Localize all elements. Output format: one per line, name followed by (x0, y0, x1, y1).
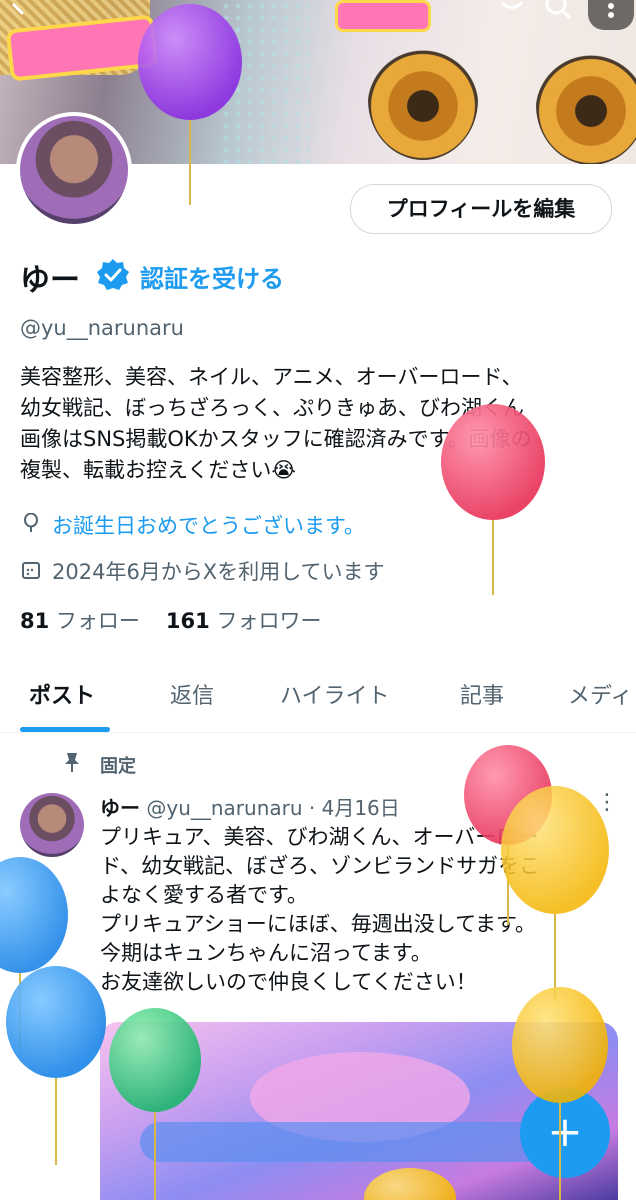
profile-handle: @yu__narunaru (20, 316, 184, 340)
birthday-row[interactable]: お誕生日おめでとうございます。 (20, 510, 365, 540)
joined-row: 2024年6月からXを利用しています (20, 556, 385, 586)
calendar-icon (20, 560, 42, 584)
tab-media[interactable]: メディ (568, 678, 632, 710)
post-text-line: お友達欲しいので仲良くしてください！ (100, 970, 477, 994)
edit-profile-button[interactable]: プロフィールを編集 (350, 184, 612, 234)
verified-badge-icon[interactable] (96, 258, 130, 292)
tab-posts[interactable]: ポスト (29, 678, 95, 710)
profile-tabs: ポスト 返信 ハイライト 記事 メディ (0, 660, 636, 733)
media-ring-shape (140, 1122, 580, 1162)
search-icon[interactable] (536, 0, 584, 30)
compose-post-button[interactable]: + (520, 1088, 610, 1178)
followers-count: 161 (165, 609, 210, 633)
joined-text: 2024年6月からXを利用しています (52, 560, 385, 584)
post-text-line: プリキュアショーにほぼ、毎週出没してます。 (100, 912, 536, 936)
pin-icon (65, 753, 79, 772)
bio-line: 画像はSNS掲載OKかスタッフに確認済みです。画像の (20, 427, 532, 451)
post-header: ゆー @yu__narunaru · 4月16日 (100, 792, 400, 821)
post-more-icon[interactable]: ⋮ (596, 790, 618, 815)
profile-avatar[interactable] (16, 112, 132, 228)
banner-eye-left (368, 40, 478, 160)
post-text-line: 今期はキュンちゃんに沼ってます。 (100, 941, 432, 965)
post-text-line: ド、幼女戦記、ぼざろ、ゾンビランドサガをこ (100, 854, 541, 878)
followers-label: フォロワー (216, 609, 322, 633)
bio-line: 美容整形、美容、ネイル、アニメ、オーバーロード、 (20, 365, 523, 389)
profile-bio: 美容整形、美容、ネイル、アニメ、オーバーロード、 幼女戦記、ぼっちざろっく、ぷり… (20, 362, 630, 486)
following-count: 81 (20, 609, 50, 633)
profile-name: ゆー (20, 263, 80, 298)
active-tab-indicator (20, 727, 110, 732)
post-date[interactable]: · 4月16日 (309, 796, 400, 820)
birthday-text: お誕生日おめでとうございます。 (52, 514, 365, 538)
pinned-label: 固定 (100, 756, 136, 777)
bio-line: 幼女戦記、ぼっちざろっく、ぷりきゅあ、びわ湖くん (20, 396, 524, 420)
follow-stats: 81 フォロー 161 フォロワー (20, 605, 321, 635)
more-icon[interactable] (588, 0, 634, 30)
balloon-blue-lower (6, 966, 106, 1165)
tab-articles[interactable]: 記事 (460, 678, 504, 710)
banner-sparkle-decoration (220, 0, 310, 164)
post-author-name[interactable]: ゆー (100, 796, 140, 820)
tab-highlights[interactable]: ハイライト (280, 678, 390, 710)
post-text-line: よなく愛する者です。 (100, 883, 308, 907)
post-author-avatar[interactable] (20, 793, 84, 857)
post-text: プリキュア、美容、びわ湖くん、オーバーロー ド、幼女戦記、ぼざろ、ゾンビランドサ… (100, 823, 630, 997)
banner-sign-decoration-2 (335, 0, 431, 32)
tab-replies[interactable]: 返信 (170, 678, 214, 710)
balloon-icon (20, 512, 42, 538)
post-author-handle[interactable]: @yu__narunaru (146, 796, 302, 820)
post-text-line: プリキュア、美容、びわ湖くん、オーバーロー (100, 825, 539, 849)
followers-link[interactable]: 161 フォロワー (166, 609, 322, 633)
share-icon[interactable] (488, 0, 536, 30)
banner-eye-right (536, 45, 636, 164)
following-link[interactable]: 81 フォロー (20, 609, 140, 633)
back-arrow-icon[interactable] (0, 0, 48, 30)
following-label: フォロー (55, 609, 140, 633)
balloon-blue-left (0, 857, 68, 1050)
get-verified-link[interactable]: 認証を受ける (140, 259, 284, 294)
bio-line: 複製、転載お控えください😭 (20, 458, 296, 482)
